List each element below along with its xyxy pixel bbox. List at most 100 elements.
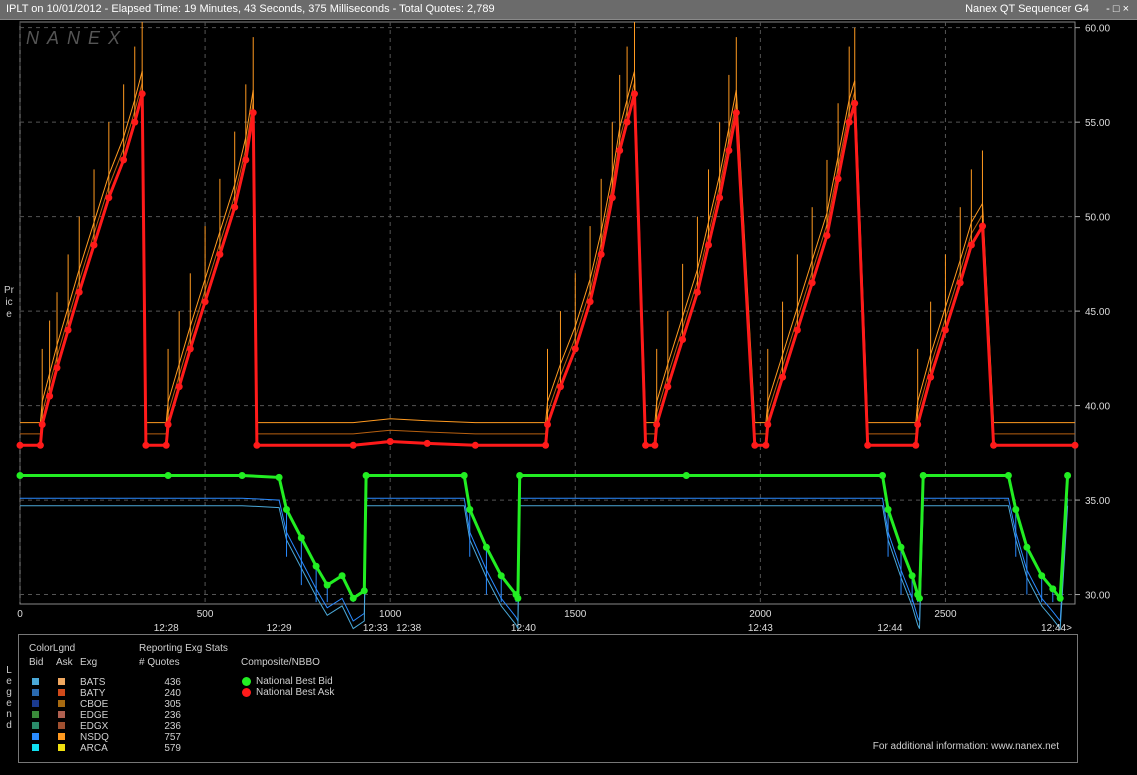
nbo-point: [231, 203, 239, 211]
nbb-point: [238, 472, 246, 479]
nbb-label: National Best Bid: [256, 676, 333, 687]
nbo-point: [967, 241, 975, 249]
nbo-point: [36, 441, 44, 449]
y-tick-labels: 60.00 55.00 50.00 45.00 40.00 35.00 30.00: [1075, 24, 1110, 602]
nbo-point: [242, 156, 250, 164]
y-tick-label: 30.00: [1085, 591, 1110, 602]
nbo-point: [631, 90, 638, 98]
window-controls[interactable]: - □ ×: [1106, 3, 1129, 15]
nbb-point: [908, 572, 916, 580]
ask-color-swatch: [58, 722, 65, 729]
nbo-point: [216, 250, 224, 258]
nbb-point: [362, 472, 370, 479]
nbo-point: [732, 109, 740, 117]
nbb-point: [16, 472, 24, 479]
nbo-point: [912, 441, 920, 449]
nbb-point: [349, 594, 357, 602]
nbo-point: [664, 383, 672, 391]
nbo-point: [142, 441, 150, 449]
nbo-point: [764, 421, 772, 428]
nbb-point: [1023, 543, 1031, 551]
exg-col-header: Exg: [80, 657, 98, 668]
app-window: IPLT on 10/01/2012 - Elapsed Time: 19 Mi…: [0, 0, 1137, 775]
nbb-point: [275, 473, 283, 481]
nbb-point: [879, 472, 886, 479]
nbo-point: [90, 241, 98, 249]
y-tick-label: 55.00: [1085, 118, 1110, 129]
nbb-point: [1056, 594, 1064, 602]
time-label: 12:44>: [1041, 623, 1072, 632]
nbo-point: [542, 441, 550, 449]
nbo-point: [623, 118, 631, 126]
nbo-point: [642, 441, 650, 449]
nbb-swatch: [242, 677, 251, 686]
nbo-point: [779, 373, 787, 381]
nbb-point: [312, 562, 320, 570]
ask-color-swatch: [58, 711, 65, 718]
nbb-point: [682, 472, 690, 479]
exchange-name: ARCA: [80, 743, 108, 754]
nbo-point: [64, 326, 72, 334]
nbo-point: [586, 298, 594, 306]
nbb-point: [1064, 472, 1072, 479]
nbo-point: [120, 156, 128, 164]
nbo-point: [38, 421, 46, 428]
nbb-point: [360, 587, 368, 595]
nbo-point: [46, 392, 54, 400]
watermark: NANEX: [26, 28, 128, 48]
time-label: 12:28: [154, 623, 179, 632]
bid-color-swatch: [32, 678, 39, 685]
exchange-quote-count: 436: [164, 677, 181, 688]
time-label: 12:29: [267, 623, 292, 632]
nbo-point: [75, 288, 83, 296]
ask-color-swatch: [58, 733, 65, 740]
nbb-point: [514, 594, 522, 602]
exchange-quote-count: 305: [164, 699, 181, 710]
exchange-quote-count: 236: [164, 721, 181, 732]
nbo-point: [164, 421, 172, 428]
nbo-point: [186, 345, 194, 353]
y-tick-label: 40.00: [1085, 402, 1110, 413]
nbb-point: [1004, 472, 1012, 479]
nbo-point: [705, 241, 712, 249]
nbb-point: [164, 472, 172, 479]
composite-title: Composite/NBBO: [241, 657, 320, 668]
nbo-point: [53, 364, 61, 372]
nbo-point: [845, 118, 853, 126]
bid-color-swatch: [32, 689, 39, 696]
nbo-point: [131, 118, 139, 126]
nbo-point: [349, 441, 357, 449]
footer-link[interactable]: For additional information: www.nanex.ne…: [873, 741, 1059, 752]
nbb-point: [466, 506, 474, 513]
nbo-point: [914, 421, 922, 428]
nbo-point: [471, 441, 479, 449]
nbo-point: [979, 222, 986, 230]
nbo-point: [725, 147, 733, 154]
exchange-name: BATY: [80, 688, 106, 699]
x-tick-label: 2000: [749, 609, 772, 620]
exchange-quote-count: 236: [164, 710, 181, 721]
nbo-point: [793, 326, 801, 334]
nbb-point: [919, 472, 927, 479]
bid-color-swatch: [32, 733, 39, 740]
time-label: 12:33: [363, 623, 388, 632]
title-bar: IPLT on 10/01/2012 - Elapsed Time: 19 Mi…: [0, 0, 1137, 20]
nbo-point: [693, 288, 701, 296]
nbo-point: [386, 438, 394, 445]
nbo-point: [608, 194, 616, 202]
nbo-point: [423, 439, 431, 447]
nbo-point: [716, 194, 724, 202]
y-tick-label: 50.00: [1085, 213, 1110, 224]
exchange-name: CBOE: [80, 699, 109, 710]
x-tick-label: 1500: [564, 609, 587, 620]
nbb-point: [497, 572, 505, 580]
price-chart: NANEX 60.00 55.00 50.00 45.00 40.00 35.00 30.0…: [16, 21, 1110, 632]
legend-side-label: Legend: [6, 665, 12, 731]
nbb-point: [338, 572, 346, 580]
nbb-point: [1012, 506, 1020, 513]
nbo-point: [616, 147, 624, 154]
y-tick-label: 35.00: [1085, 496, 1110, 507]
nbo-point: [201, 298, 209, 306]
nbo-point: [571, 345, 579, 353]
nbo-point: [927, 373, 935, 381]
